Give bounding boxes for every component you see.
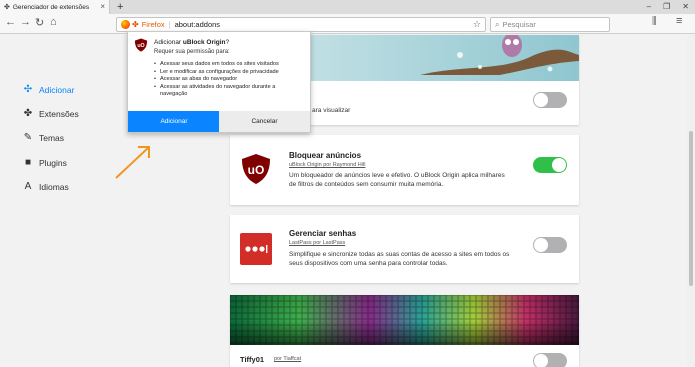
tiffy-card[interactable]: Tiffy01 por Tiaffcat [230, 295, 579, 367]
permission-item: Acessar as abas do navegador [154, 76, 304, 84]
cancel-button[interactable]: Cancelar [219, 111, 310, 132]
sidebar-item-temas[interactable]: ✎ Temas [22, 132, 64, 143]
minimize-icon[interactable]: – [647, 0, 651, 14]
back-icon[interactable]: ← [5, 16, 16, 28]
lastpass-toggle[interactable] [533, 237, 567, 253]
search-input[interactable]: ⌕ Pesquisar [490, 17, 610, 32]
reload-icon[interactable]: ↻ [35, 16, 44, 29]
ublock-title: Bloquear anúncios [289, 151, 362, 160]
restore-icon[interactable]: ❐ [663, 0, 670, 14]
ublock-origin-icon: uO [134, 38, 148, 52]
tab-title: Gerenciador de extensões [12, 3, 90, 11]
lastpass-description: Simplifique e sincronize todas as suas c… [289, 251, 510, 267]
svg-text:uO: uO [137, 43, 144, 49]
home-icon[interactable]: ⌂ [50, 16, 57, 28]
ublock-description: Um bloqueador de anúncios leve e efetivo… [289, 172, 505, 188]
svg-text:uO: uO [248, 163, 265, 177]
page-scrollbar[interactable] [687, 35, 695, 367]
lastpass-title: Gerenciar senhas [289, 229, 357, 238]
tab-addons-manager[interactable]: ✤ Gerenciador de extensões × [0, 0, 110, 14]
tiffy-toggle[interactable] [533, 353, 567, 367]
popup-title: Adicionar uBlock Origin? [154, 39, 230, 46]
sidebar-item-extensoes[interactable]: ✤ Extensões [22, 108, 79, 119]
sidebar-item-plugins[interactable]: ■ Plugins [22, 157, 67, 168]
scrollbar-thumb[interactable] [689, 131, 693, 286]
sidebar-item-label: Adicionar [39, 84, 75, 95]
tiffy-author-link[interactable]: por Tiaffcat [274, 356, 301, 362]
hamburger-menu-icon[interactable]: ≡ [676, 15, 682, 27]
new-tab-button[interactable]: + [117, 0, 123, 14]
window-controls: – ❐ ✕ [647, 0, 689, 14]
add-extension-button[interactable]: Adicionar [128, 111, 220, 132]
lastpass-card[interactable]: Gerenciar senhas LastPass por LastPass S… [230, 215, 579, 283]
install-permission-popup: uO Adicionar uBlock Origin? Requer sua p… [127, 31, 311, 133]
language-icon: A [24, 181, 32, 192]
sidebar-item-label: Temas [39, 132, 65, 143]
toggle-knob [534, 354, 548, 367]
lastpass-icon [240, 233, 272, 265]
theme-description: ara visualizar [312, 107, 351, 114]
sidebar-item-label: Plugins [39, 157, 67, 168]
extension-add-icon: ✣ [23, 84, 33, 95]
puzzle-icon: ✤ [23, 108, 33, 119]
ublock-card[interactable]: uO Bloquear anúncios uBlock Origin por R… [230, 135, 579, 205]
ublock-origin-icon: uO [242, 154, 270, 184]
brush-icon: ✎ [23, 132, 33, 143]
theme-author-link[interactable] [310, 95, 330, 101]
extension-install-icon[interactable]: ✤ [132, 20, 139, 29]
url-separator: | [168, 20, 171, 29]
close-tab-icon[interactable]: × [100, 2, 105, 11]
url-bar[interactable]: ✤ Firefox | about:addons ☆ [116, 17, 486, 32]
forward-icon[interactable]: → [20, 16, 31, 28]
firefox-logo-icon [121, 20, 130, 29]
ublock-toggle[interactable] [533, 157, 567, 173]
sidebar-item-label: Idiomas [39, 181, 69, 192]
toggle-knob [534, 93, 548, 107]
permission-item: Acessar seus dados em todos os sites vis… [154, 61, 304, 69]
tiffy-preview-image [230, 295, 579, 345]
theme-toggle[interactable] [533, 92, 567, 108]
close-window-icon[interactable]: ✕ [682, 0, 689, 14]
tab-strip: ✤ Gerenciador de extensões × + – ❐ ✕ [0, 0, 695, 14]
toggle-knob [552, 158, 566, 172]
lastpass-dots-icon [245, 245, 268, 253]
sidebar-item-idiomas[interactable]: A Idiomas [22, 181, 69, 192]
permission-item: Acessar as atividades do navegador duran… [154, 84, 304, 99]
ublock-author-link[interactable]: uBlock Origin por Raymond Hill [289, 162, 365, 168]
toggle-knob [534, 238, 548, 252]
lastpass-author-link[interactable]: LastPass por LastPass [289, 240, 345, 246]
search-icon: ⌕ [495, 19, 500, 29]
sidebar-item-label: Extensões [39, 108, 79, 119]
popup-permission-intro: Requer sua permissão para: [154, 49, 230, 55]
url-text[interactable]: about:addons [175, 20, 220, 29]
puzzle-icon: ✤ [4, 4, 10, 11]
search-placeholder: Pesquisar [502, 20, 536, 29]
sidebar-item-adicionar[interactable]: ✣ Adicionar [22, 84, 75, 95]
navigation-toolbar: ← → ↻ ⌂ ✤ Firefox | about:addons ☆ ⌕ Pes… [0, 14, 695, 34]
identity-label: Firefox [141, 20, 165, 29]
annotation-arrow [115, 146, 150, 179]
bookmark-star-icon[interactable]: ☆ [473, 19, 481, 30]
permission-item: Ler e modificar as configurações de priv… [154, 69, 304, 77]
tiffy-title: Tiffy01 [240, 355, 265, 364]
permission-list: Acessar seus dados em todos os sites vis… [154, 61, 304, 99]
plugin-icon: ■ [24, 157, 32, 168]
library-icon[interactable]: ⫼ [652, 16, 657, 27]
